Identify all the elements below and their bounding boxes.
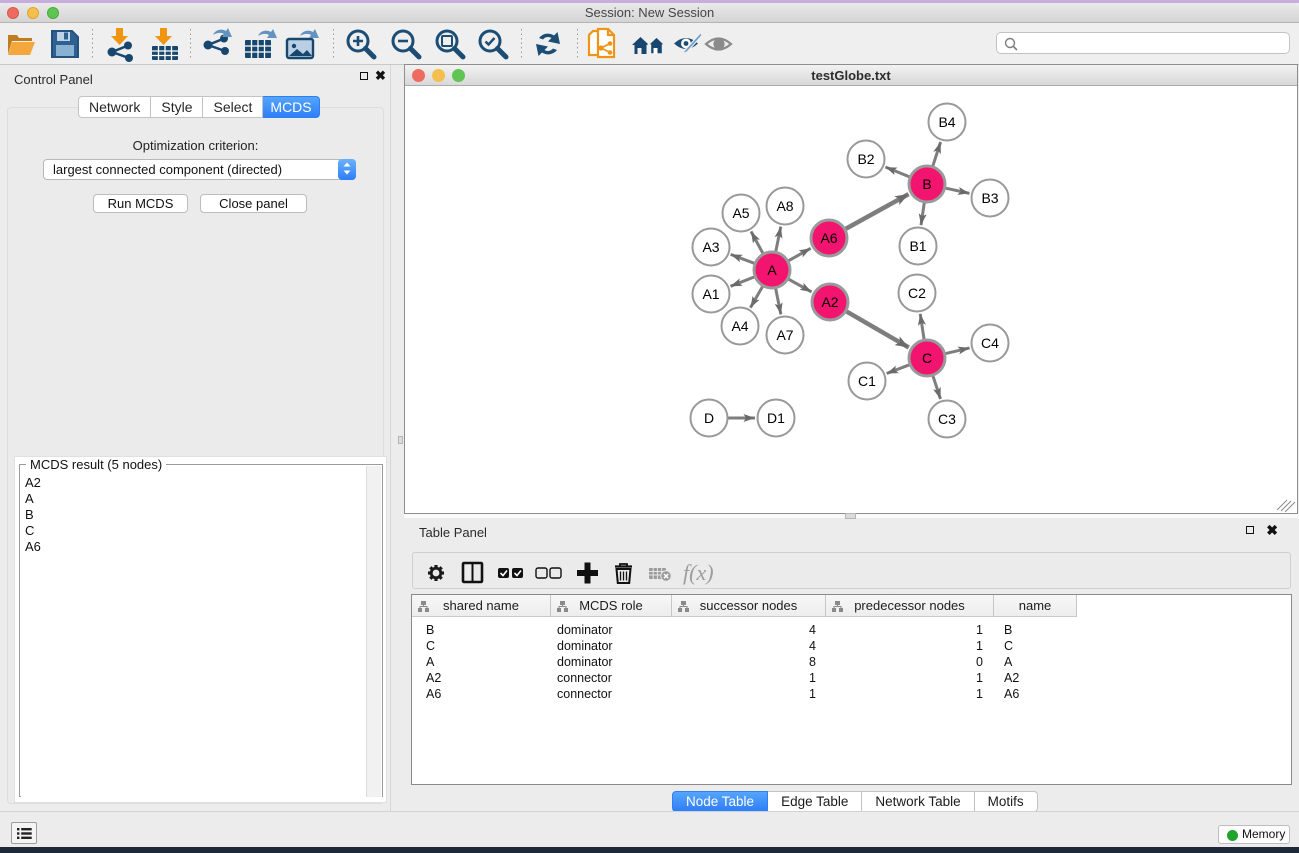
svg-text:f(x): f(x) [683, 560, 714, 585]
svg-text:B1: B1 [909, 238, 926, 254]
svg-text:A5: A5 [732, 205, 749, 221]
svg-text:A1: A1 [702, 286, 719, 302]
svg-text:B: B [922, 176, 931, 192]
svg-text:C2: C2 [908, 285, 926, 301]
svg-text:D1: D1 [767, 410, 785, 426]
svg-text:C1: C1 [858, 373, 876, 389]
svg-text:A7: A7 [776, 327, 793, 343]
svg-text:A4: A4 [731, 318, 748, 334]
svg-text:A8: A8 [776, 198, 793, 214]
svg-text:A3: A3 [702, 239, 719, 255]
svg-text:C3: C3 [938, 411, 956, 427]
svg-text:A2: A2 [821, 294, 838, 310]
svg-text:C4: C4 [981, 335, 999, 351]
svg-text:D: D [704, 410, 714, 426]
svg-text:A6: A6 [820, 230, 837, 246]
svg-text:B3: B3 [981, 190, 998, 206]
svg-text:B2: B2 [857, 151, 874, 167]
svg-text:B4: B4 [938, 114, 955, 130]
svg-text:C: C [922, 350, 932, 366]
svg-text:A: A [767, 262, 777, 278]
